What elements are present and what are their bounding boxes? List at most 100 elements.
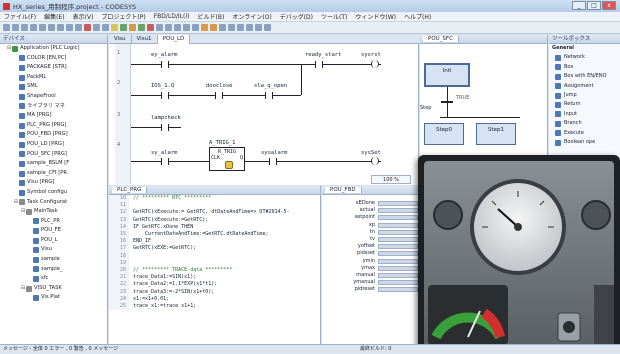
menu-window[interactable]: ウィンドウ(W) [355, 12, 396, 21]
menu-edit[interactable]: 編集(E) [44, 12, 64, 21]
contact-symbol[interactable] [215, 92, 223, 99]
code-line[interactable]: 16 END_IF [109, 238, 321, 246]
contact-label[interactable]: lampcheck [151, 115, 181, 121]
tree-item[interactable]: sample_BSLM [F [0, 159, 107, 169]
zoom-control[interactable]: 100 % [371, 175, 411, 184]
toolbox-item[interactable]: Branch [549, 119, 620, 128]
contact-label[interactable]: sy_alarm [151, 150, 178, 156]
contact-label[interactable]: ready_start [305, 52, 341, 58]
force-values-icon[interactable] [210, 24, 217, 31]
fbd-pin[interactable]: yoffset [352, 243, 418, 250]
toolbox-group[interactable]: General [549, 44, 620, 53]
cut-icon[interactable] [57, 24, 64, 31]
fbd-pin[interactable]: pidreset [352, 286, 418, 293]
network-icon[interactable] [219, 24, 226, 31]
contact-label[interactable]: sysalarm [261, 150, 288, 156]
menu-online[interactable]: オンライン(O) [232, 12, 271, 21]
tree-item[interactable]: POU_FBD [PRG] [0, 130, 107, 140]
fbd-pin[interactable]: tv [352, 236, 418, 243]
code-line[interactable]: 13 GetRTC(xExecute:=GetRTC); [109, 216, 321, 224]
menu-help[interactable]: ヘルプ(H) [404, 12, 431, 21]
sfc-transition[interactable] [441, 101, 453, 103]
sfc-init-step[interactable]: Init [424, 63, 470, 87]
toolbox-item[interactable]: Network [549, 53, 620, 62]
tree-item[interactable]: sample_ [0, 265, 107, 275]
toolbox-item[interactable]: Boolean ope [549, 138, 620, 147]
tab-pou-ld[interactable]: POU_LD [157, 35, 191, 44]
save-icon[interactable] [21, 24, 28, 31]
code-line[interactable]: 23 trace_Data3:=-2*SIN(x1+t0); [109, 288, 321, 296]
code-line[interactable]: 10 // ********* RTC ********* [109, 195, 321, 203]
fbd-pin[interactable]: setpoint [352, 214, 418, 221]
fbd-pin[interactable]: ymin [352, 258, 418, 265]
fb-instance-label[interactable]: A_TRIG_1 [209, 140, 236, 146]
tab-visu1[interactable]: Visu1 [132, 35, 158, 44]
tree-item[interactable]: PLC_PR [0, 217, 107, 227]
breakpoint-icon[interactable] [165, 24, 172, 31]
tree-item[interactable]: PACKAGE [STR] [0, 63, 107, 73]
coil-label[interactable]: sysrst [361, 52, 381, 58]
sfc-step[interactable]: Step0 [424, 123, 464, 145]
tree-item[interactable]: sfc [0, 274, 107, 284]
stop-icon[interactable] [147, 24, 154, 31]
code-line[interactable]: 15 CurrentDateAndTime:=GetRTC.dtDateAndT… [109, 231, 321, 239]
sfc-step[interactable]: Step1 [476, 123, 516, 145]
comment-icon[interactable] [255, 24, 262, 31]
code-line[interactable]: 14 IF GetRTC.xDone THEN [109, 223, 321, 232]
contact-symbol[interactable] [161, 61, 169, 68]
contact-label[interactable]: dooclose [206, 83, 233, 89]
tree-item[interactable]: ⊟ VISU_TASK [0, 284, 107, 294]
tree-item[interactable]: PackML [0, 73, 107, 83]
tree-item[interactable]: Visu [PRG] [0, 178, 107, 188]
step-out-icon[interactable] [192, 24, 199, 31]
code-area[interactable]: 10 // ********* RTC ********* 11 12 GetRTC(x… [109, 195, 321, 344]
run-icon[interactable] [138, 24, 145, 31]
open-icon[interactable] [12, 24, 19, 31]
fbd-pin[interactable]: xp [352, 222, 418, 229]
box-icon[interactable] [246, 24, 253, 31]
write-values-icon[interactable] [201, 24, 208, 31]
contact-symbol[interactable] [315, 61, 323, 68]
toolbox-item[interactable]: Execute [549, 129, 620, 138]
fbd-pin[interactable]: ymanual [352, 279, 418, 286]
tree-item[interactable]: Visu [0, 245, 107, 255]
fbd-pid-block[interactable]: xEDone actual setpoint xp tn tv yoffset pidsset… [352, 200, 418, 293]
print-icon[interactable] [30, 24, 37, 31]
tree-item[interactable]: MA [PRG] [0, 111, 107, 121]
tree-item[interactable]: Symbol configu [0, 188, 107, 198]
replace-icon[interactable] [102, 24, 109, 31]
contact-symbol[interactable] [269, 158, 277, 165]
coil-symbol[interactable] [371, 157, 379, 165]
menu-build[interactable]: ビルド(B) [198, 12, 225, 21]
coil-icon[interactable] [237, 24, 244, 31]
minimize-button[interactable]: _ [572, 1, 586, 10]
find-icon[interactable] [93, 24, 100, 31]
reset-icon[interactable] [156, 24, 163, 31]
coil-label[interactable]: sysSet [361, 150, 381, 156]
tree-item[interactable]: COLOR [EN,PC] [0, 54, 107, 64]
contact-label[interactable]: IOS_1.Q [151, 83, 174, 89]
fbd-pin[interactable]: xEDone [352, 200, 418, 207]
tree-item[interactable]: Vis.Plat [0, 293, 107, 303]
tab-plc-prg[interactable]: PLC_PRG [112, 187, 148, 193]
toolbox-item[interactable]: Input [549, 110, 620, 119]
code-line[interactable]: 12 GetRTC(xExecute:= GetRTC, dtDateAndTim… [109, 209, 321, 217]
tree-item[interactable]: sample_CFI [PR [0, 169, 107, 179]
tree-item[interactable]: ⊟ Task Configurat [0, 198, 107, 208]
tree-item[interactable]: ⊟ Application [PLC Logic] [0, 44, 107, 54]
undo-icon[interactable] [39, 24, 46, 31]
contact-label[interactable]: slw_q_open [254, 83, 287, 89]
delete-icon[interactable] [84, 24, 91, 31]
tab-visu[interactable]: Visu [109, 35, 132, 44]
redo-icon[interactable] [48, 24, 55, 31]
fbd-pin[interactable]: ymax [352, 265, 418, 272]
zoom-icon[interactable] [264, 24, 271, 31]
tree-item[interactable]: ⊟ MainTask [0, 207, 107, 217]
paste-icon[interactable] [75, 24, 82, 31]
tree-item[interactable]: SML [0, 82, 107, 92]
login-icon[interactable] [120, 24, 127, 31]
tree-item[interactable]: POU_FE [0, 226, 107, 236]
toolbox-item[interactable]: Return [549, 100, 620, 109]
code-line[interactable]: 18 [109, 252, 321, 260]
toolbox-item[interactable]: Assignment [549, 82, 620, 91]
